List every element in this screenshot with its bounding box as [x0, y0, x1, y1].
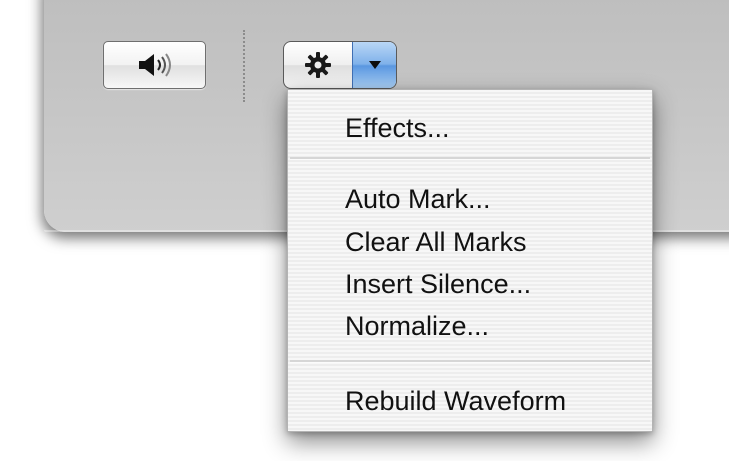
action-dropdown-menu: Effects... Auto Mark... Clear All Marks …	[287, 89, 653, 432]
menu-item-effects[interactable]: Effects...	[345, 108, 450, 148]
speaker-button[interactable]	[103, 41, 206, 89]
menu-separator	[290, 157, 650, 160]
menu-separator	[290, 360, 650, 363]
speaker-volume-icon	[138, 53, 171, 77]
action-popup-button[interactable]	[283, 41, 397, 89]
menu-item-rebuild-waveform[interactable]: Rebuild Waveform	[345, 381, 566, 421]
menu-item-normalize[interactable]: Normalize...	[345, 306, 489, 346]
menu-item-clear-all-marks[interactable]: Clear All Marks	[345, 222, 527, 262]
menu-item-insert-silence[interactable]: Insert Silence...	[345, 264, 531, 304]
action-button-gear[interactable]	[284, 42, 352, 88]
toolbar-divider	[243, 30, 245, 102]
gear-icon	[305, 52, 331, 78]
chevron-down-icon	[368, 61, 381, 69]
popup-arrow-button[interactable]	[352, 42, 396, 88]
menu-item-auto-mark[interactable]: Auto Mark...	[345, 179, 491, 219]
